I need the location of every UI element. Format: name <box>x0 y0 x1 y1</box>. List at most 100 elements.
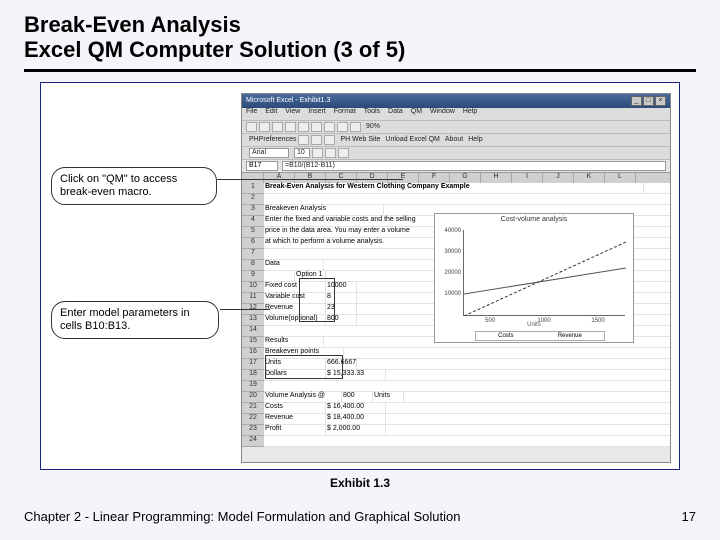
maximize-icon[interactable]: □ <box>643 96 654 106</box>
table-row <box>264 381 670 392</box>
row-header-18[interactable]: 18 <box>242 370 264 381</box>
row-header-5[interactable]: 5 <box>242 227 264 238</box>
col-J[interactable]: J <box>543 173 574 183</box>
qm-btn-2[interactable] <box>311 135 322 145</box>
slide-footer: Chapter 2 - Linear Programming: Model Fo… <box>24 509 696 524</box>
cut-icon[interactable] <box>298 122 309 132</box>
font-size[interactable]: 10 <box>294 148 310 158</box>
col-F[interactable]: F <box>419 173 450 183</box>
menu-window[interactable]: Window <box>430 108 455 115</box>
help-button[interactable]: Help <box>468 136 482 143</box>
cell[interactable]: Units <box>373 392 404 402</box>
cell[interactable]: 800 <box>342 392 373 402</box>
row-header-15[interactable]: 15 <box>242 337 264 348</box>
ph-web-site[interactable]: PH Web Site <box>340 136 380 143</box>
cell[interactable]: $ 16,400.00 <box>326 403 386 413</box>
row-header-1[interactable]: 1 <box>242 183 264 194</box>
cell[interactable]: $ 2,000.00 <box>326 425 386 435</box>
font-select[interactable]: Arial <box>249 148 289 158</box>
cell[interactable]: $ 18,400.00 <box>326 414 386 424</box>
menu-data[interactable]: Data <box>388 108 403 115</box>
row-header-22[interactable]: 22 <box>242 414 264 425</box>
save-icon[interactable] <box>272 122 283 132</box>
col-K[interactable]: K <box>574 173 605 183</box>
row-header-21[interactable]: 21 <box>242 403 264 414</box>
cell[interactable]: Data <box>264 260 324 270</box>
minimize-icon[interactable]: _ <box>631 96 642 106</box>
menu-edit[interactable]: Edit <box>265 108 277 115</box>
menu-qm[interactable]: QM <box>411 108 422 115</box>
bold-icon[interactable] <box>312 148 323 158</box>
cell[interactable]: Revenue <box>264 414 326 424</box>
col-H[interactable]: H <box>481 173 512 183</box>
slide-title: Break-Even Analysis Excel QM Computer So… <box>24 12 696 63</box>
cell[interactable]: Break-Even Analysis for Western Clothing… <box>264 183 644 193</box>
col-A[interactable]: A <box>264 173 295 183</box>
menu-help[interactable]: Help <box>463 108 477 115</box>
row-header-16[interactable]: 16 <box>242 348 264 359</box>
close-icon[interactable]: × <box>655 96 666 106</box>
italic-icon[interactable] <box>325 148 336 158</box>
row-header-9[interactable]: 9 <box>242 271 264 282</box>
row-header-14[interactable]: 14 <box>242 326 264 337</box>
paste-icon[interactable] <box>324 122 335 132</box>
open-icon[interactable] <box>259 122 270 132</box>
row-header-17[interactable]: 17 <box>242 359 264 370</box>
col-B[interactable]: B <box>295 173 326 183</box>
row-header-24[interactable]: 24 <box>242 436 264 447</box>
underline-icon[interactable] <box>338 148 349 158</box>
cell[interactable]: Breakeven Analysis <box>264 205 384 215</box>
cell[interactable]: Profit <box>264 425 326 435</box>
row-header-4[interactable]: 4 <box>242 216 264 227</box>
undo-icon[interactable] <box>337 122 348 132</box>
cell[interactable] <box>264 271 295 281</box>
col-G[interactable]: G <box>450 173 481 183</box>
redo-icon[interactable] <box>350 122 361 132</box>
cell[interactable]: Results <box>264 337 324 347</box>
chart-x-label: Units <box>435 322 633 328</box>
qm-btn-1[interactable] <box>298 135 309 145</box>
row-header-7[interactable]: 7 <box>242 249 264 260</box>
col-L[interactable]: L <box>605 173 636 183</box>
row-header-3[interactable]: 3 <box>242 205 264 216</box>
zoom-value[interactable]: 90% <box>366 123 380 130</box>
name-box[interactable]: B17 <box>246 161 278 171</box>
about-button[interactable]: About <box>445 136 463 143</box>
qm-btn-3[interactable] <box>324 135 335 145</box>
row-header-19[interactable]: 19 <box>242 381 264 392</box>
row-header-11[interactable]: 11 <box>242 293 264 304</box>
table-row <box>264 194 670 205</box>
menu-bar[interactable]: File Edit View Insert Format Tools Data … <box>242 108 670 120</box>
col-E[interactable]: E <box>388 173 419 183</box>
menu-view[interactable]: View <box>285 108 300 115</box>
chart-y-ticks: 40000 30000 20000 10000 <box>437 228 461 312</box>
new-icon[interactable] <box>246 122 257 132</box>
col-I[interactable]: I <box>512 173 543 183</box>
cell[interactable]: Volume Analysis @ <box>264 392 342 402</box>
preferences-button[interactable]: PHPreferences <box>249 136 296 143</box>
unload-excel-qm[interactable]: Unload Excel QM <box>385 136 439 143</box>
menu-format[interactable]: Format <box>334 108 356 115</box>
menu-tools[interactable]: Tools <box>364 108 380 115</box>
row-header-2[interactable]: 2 <box>242 194 264 205</box>
print-icon[interactable] <box>285 122 296 132</box>
formula-bar-row: B17 =B10/(B12-B11) <box>242 159 670 172</box>
row-header-6[interactable]: 6 <box>242 238 264 249</box>
formula-bar[interactable]: =B10/(B12-B11) <box>282 161 666 171</box>
menu-file[interactable]: File <box>246 108 257 115</box>
row-header-23[interactable]: 23 <box>242 425 264 436</box>
copy-icon[interactable] <box>311 122 322 132</box>
row-header-10[interactable]: 10 <box>242 282 264 293</box>
row-header-8[interactable]: 8 <box>242 260 264 271</box>
col-C[interactable]: C <box>326 173 357 183</box>
formatting-toolbar: Arial 10 <box>242 146 670 159</box>
menu-insert[interactable]: Insert <box>308 108 326 115</box>
title-line-2: Excel QM Computer Solution (3 of 5) <box>24 37 405 62</box>
callout-1-pointer <box>217 179 403 180</box>
row-header-20[interactable]: 20 <box>242 392 264 403</box>
table-row: Profit$ 2,000.00 <box>264 425 670 436</box>
col-D[interactable]: D <box>357 173 388 183</box>
row-header-13[interactable]: 13 <box>242 315 264 326</box>
embedded-chart[interactable]: Cost-volume analysis 40000 30000 20000 1… <box>434 213 634 343</box>
cell[interactable]: Costs <box>264 403 326 413</box>
